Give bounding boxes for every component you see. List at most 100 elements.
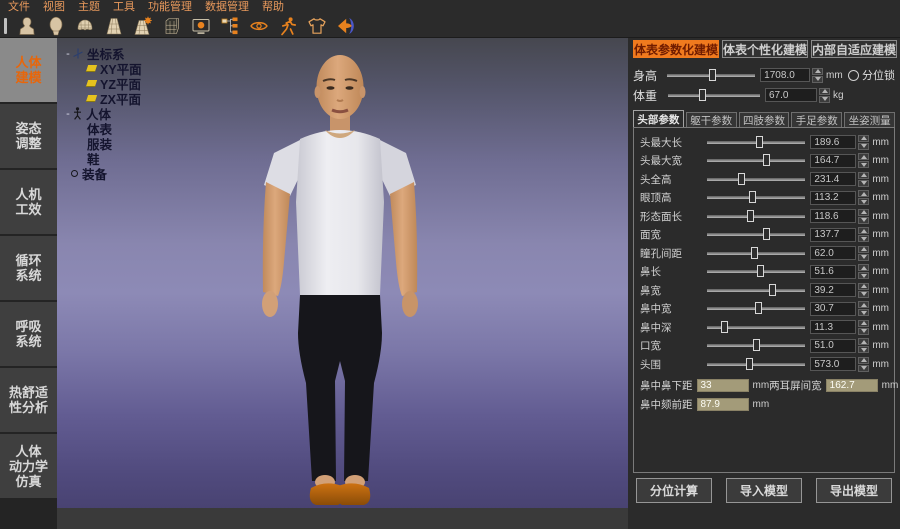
morph-face-length-spinner[interactable] — [858, 209, 869, 224]
tree-node-xy-plane[interactable]: XY平面 — [63, 61, 253, 76]
chin-front-distance-input[interactable]: 87.9 — [697, 398, 749, 411]
body-weight-value[interactable]: 67.0 — [765, 88, 817, 102]
head-circumference-slider-knob[interactable] — [746, 358, 753, 370]
body-height-spinner[interactable] — [812, 68, 823, 83]
back-arrow-icon[interactable] — [336, 16, 356, 36]
morph-face-length-slider-knob[interactable] — [747, 210, 754, 222]
menu-item-tools[interactable]: 工具 — [113, 1, 135, 15]
tree-node-coordinate-system[interactable]: -坐标系 — [63, 46, 253, 61]
eye-vertex-height-spin-down-icon[interactable] — [858, 198, 869, 205]
pupil-distance-spinner[interactable] — [858, 246, 869, 261]
head-total-height-spin-down-icon[interactable] — [858, 180, 869, 187]
percentile-lock-radio[interactable] — [848, 70, 859, 81]
tab-torso-params[interactable]: 躯干参数 — [686, 112, 737, 127]
nose-mid-width-spin-up-icon[interactable] — [858, 301, 869, 308]
menu-item-file[interactable]: 文件 — [8, 1, 30, 15]
morph-face-length-slider[interactable] — [707, 215, 805, 218]
nose-mid-width-slider[interactable] — [707, 307, 805, 310]
head-max-width-spin-down-icon[interactable] — [858, 161, 869, 168]
body-weight-slider[interactable] — [668, 94, 760, 97]
tab-internal-adaptive-modeling[interactable]: 内部自适应建模 — [811, 40, 897, 58]
sidebar-item-posture-adjust[interactable]: 姿态 调整 — [0, 104, 57, 168]
mouth-width-slider[interactable] — [707, 344, 805, 347]
tab-hand-foot-params[interactable]: 手足参数 — [791, 112, 842, 127]
hair-mesh-icon[interactable] — [75, 16, 95, 36]
runner-icon[interactable] — [278, 16, 298, 36]
nose-width-slider-knob[interactable] — [769, 284, 776, 296]
nose-length-spin-up-icon[interactable] — [858, 264, 869, 271]
morph-face-length-spin-down-icon[interactable] — [858, 217, 869, 224]
head-circumference-value[interactable]: 573.0 — [810, 357, 856, 371]
head-max-width-value[interactable]: 164.7 — [810, 154, 856, 168]
bitragion-breadth-input[interactable]: 162.7 — [826, 379, 878, 392]
mouth-width-spinner[interactable] — [858, 338, 869, 353]
nose-mid-depth-value[interactable]: 11.3 — [810, 320, 856, 334]
nose-width-slider[interactable] — [707, 289, 805, 292]
toolbar-grip[interactable] — [4, 18, 7, 34]
nose-mid-width-spin-down-icon[interactable] — [858, 309, 869, 316]
tab-surface-personalized-modeling[interactable]: 体表个性化建模 — [722, 40, 808, 58]
morph-face-length-spin-up-icon[interactable] — [858, 209, 869, 216]
nose-mid-depth-spinner[interactable] — [858, 320, 869, 335]
nose-mid-depth-slider-knob[interactable] — [721, 321, 728, 333]
subnasale-distance-input[interactable]: 33 — [697, 379, 749, 392]
pupil-distance-spin-down-icon[interactable] — [858, 254, 869, 261]
tab-sitting-measure[interactable]: 坐姿测量 — [844, 112, 895, 127]
head-circumference-spinner[interactable] — [858, 357, 869, 372]
tree-structure-icon[interactable] — [220, 16, 240, 36]
tree-expander-coordinate-system[interactable]: - — [63, 48, 73, 60]
head-max-width-spin-up-icon[interactable] — [858, 153, 869, 160]
head-circumference-slider[interactable] — [707, 363, 805, 366]
nose-mid-depth-spin-down-icon[interactable] — [858, 328, 869, 335]
body-height-slider-knob[interactable] — [709, 69, 716, 81]
body-weight-spin-up-icon[interactable] — [819, 88, 830, 95]
tree-node-yz-plane[interactable]: YZ平面 — [63, 76, 253, 91]
sidebar-item-respiratory-system[interactable]: 呼吸 系统 — [0, 302, 57, 366]
sidebar-item-human-dynamics-simulation[interactable]: 人体 动力学 仿真 — [0, 434, 57, 498]
head-total-height-slider[interactable] — [707, 178, 805, 181]
head-max-length-slider[interactable] — [707, 141, 805, 144]
nose-length-value[interactable]: 51.6 — [810, 265, 856, 279]
sidebar-item-thermal-comfort-analysis[interactable]: 热舒适 性分析 — [0, 368, 57, 432]
eye-vertex-height-value[interactable]: 113.2 — [810, 191, 856, 205]
tree-node-equipment[interactable]: 装备 — [63, 166, 253, 181]
grid-cube-icon[interactable] — [162, 16, 182, 36]
face-width-spin-up-icon[interactable] — [858, 227, 869, 234]
head-max-width-spinner[interactable] — [858, 153, 869, 168]
nose-mid-width-spinner[interactable] — [858, 301, 869, 316]
body-weight-spin-down-icon[interactable] — [819, 96, 830, 103]
head-max-length-spin-up-icon[interactable] — [858, 135, 869, 142]
head-max-length-spin-down-icon[interactable] — [858, 143, 869, 150]
percentile-calc-button[interactable]: 分位计算 — [636, 478, 712, 503]
head-max-length-slider-knob[interactable] — [756, 136, 763, 148]
face-width-slider[interactable] — [707, 233, 805, 236]
eye-icon[interactable] — [249, 16, 269, 36]
mouth-width-slider-knob[interactable] — [753, 339, 760, 351]
body-height-slider[interactable] — [667, 74, 755, 77]
head-max-length-value[interactable]: 189.6 — [810, 135, 856, 149]
head-circumference-spin-down-icon[interactable] — [858, 365, 869, 372]
nose-mid-depth-slider[interactable] — [707, 326, 805, 329]
eye-vertex-height-spinner[interactable] — [858, 190, 869, 205]
pupil-distance-spin-up-icon[interactable] — [858, 246, 869, 253]
nose-width-spin-down-icon[interactable] — [858, 291, 869, 298]
head-total-height-spin-up-icon[interactable] — [858, 172, 869, 179]
pupil-distance-slider-knob[interactable] — [751, 247, 758, 259]
nose-mid-depth-spin-up-icon[interactable] — [858, 320, 869, 327]
sidebar-item-ergonomics[interactable]: 人机 工效 — [0, 170, 57, 234]
tab-limbs-params[interactable]: 四肢参数 — [739, 112, 790, 127]
mouth-width-value[interactable]: 51.0 — [810, 339, 856, 353]
morph-face-length-value[interactable]: 118.6 — [810, 209, 856, 223]
nose-width-spinner[interactable] — [858, 283, 869, 298]
mouth-width-spin-down-icon[interactable] — [858, 346, 869, 353]
head-max-length-spinner[interactable] — [858, 135, 869, 150]
eye-vertex-height-slider[interactable] — [707, 196, 805, 199]
nose-mid-width-slider-knob[interactable] — [755, 302, 762, 314]
menu-item-view[interactable]: 视图 — [43, 1, 65, 15]
body-height-spin-down-icon[interactable] — [812, 76, 823, 83]
nose-width-spin-up-icon[interactable] — [858, 283, 869, 290]
menu-item-help[interactable]: 帮助 — [262, 1, 284, 15]
nose-length-slider[interactable] — [707, 270, 805, 273]
nose-length-spinner[interactable] — [858, 264, 869, 279]
menu-item-function-management[interactable]: 功能管理 — [148, 1, 192, 15]
